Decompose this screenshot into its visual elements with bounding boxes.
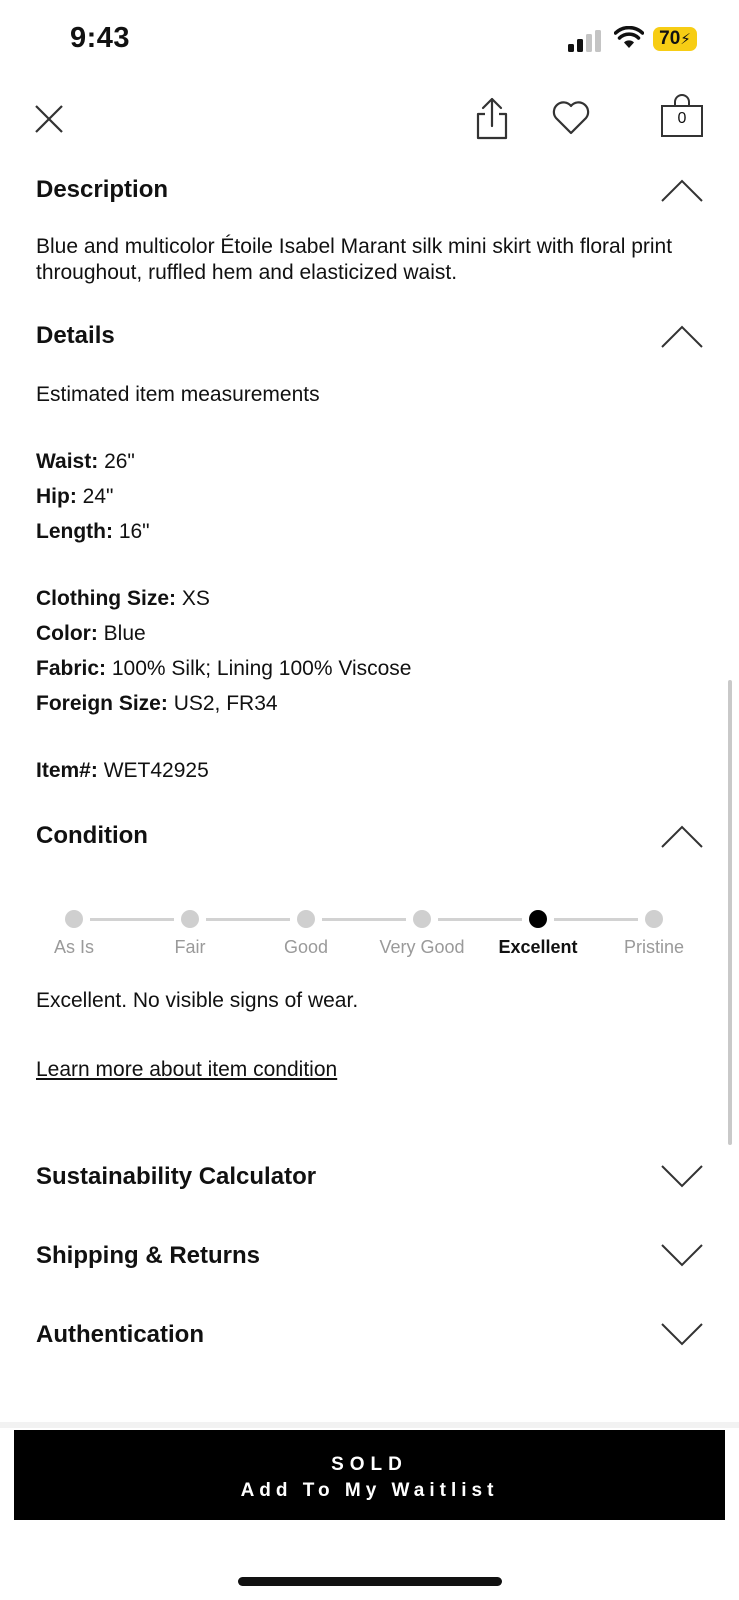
cellular-signal-icon: [568, 30, 601, 52]
heart-icon: [552, 101, 590, 135]
scrollbar[interactable]: [728, 680, 732, 1145]
spec-value: Blue: [97, 622, 146, 645]
spec-length: Length: 16": [36, 520, 150, 544]
battery-level: 70: [659, 28, 681, 49]
home-indicator: [238, 1577, 502, 1586]
share-icon: [476, 97, 508, 140]
spec-label: Length:: [36, 520, 113, 543]
details-title: Details: [36, 322, 115, 349]
condition-dot-pristine: [645, 910, 663, 928]
spec-label: Color:: [36, 622, 98, 645]
chevron-down-icon: [661, 1244, 703, 1267]
condition-label-as-is: As Is: [53, 937, 94, 957]
details-header[interactable]: Details: [36, 322, 704, 350]
battery-indicator: 70⚡: [653, 27, 697, 51]
wifi-icon: [614, 26, 644, 48]
condition-label-fair: Fair: [174, 937, 206, 957]
spec-label: Waist:: [36, 450, 99, 473]
spec-label: Item#:: [36, 759, 98, 782]
spec-label: Fabric:: [36, 657, 107, 680]
charging-bolt-icon: ⚡: [680, 31, 691, 48]
spec-clothing-size: Clothing Size: XS: [36, 587, 210, 611]
close-icon: [35, 105, 63, 133]
chevron-up-icon: [661, 825, 703, 848]
spec-value: 16": [112, 520, 150, 543]
chevron-up-icon: [661, 325, 703, 348]
description-text: Blue and multicolor Étoile Isabel Marant…: [36, 235, 673, 284]
sustainability-title: Sustainability Calculator: [36, 1163, 317, 1190]
condition-label-very-good: Very Good: [379, 937, 465, 957]
details-intro: Estimated item measurements: [36, 383, 320, 406]
condition-dot-excellent: [529, 910, 547, 928]
condition-dot-very-good: [413, 910, 431, 928]
shopping-bag-button[interactable]: 0: [659, 94, 705, 140]
sustainability-calculator-header[interactable]: Sustainability Calculator: [36, 1163, 704, 1191]
condition-dot-fair: [181, 910, 199, 928]
condition-summary: Excellent. No visible signs of wear.: [36, 989, 359, 1012]
spec-foreign-size: Foreign Size: US2, FR34: [36, 692, 278, 716]
condition-dot-as-is: [65, 910, 83, 928]
condition-scale-line: [322, 918, 406, 921]
favorite-button[interactable]: [549, 96, 593, 138]
condition-scale-line: [206, 918, 290, 921]
share-button[interactable]: [472, 94, 512, 142]
authentication-title: Authentication: [36, 1321, 204, 1348]
spec-label: Hip:: [36, 485, 77, 508]
spec-color: Color: Blue: [36, 622, 146, 646]
spec-hip: Hip: 24": [36, 485, 113, 509]
condition-scale-line: [438, 918, 522, 921]
spec-fabric: Fabric: 100% Silk; Lining 100% Viscose: [36, 657, 411, 681]
spec-value: 100% Silk; Lining 100% Viscose: [106, 657, 412, 680]
spec-waist: Waist: 26": [36, 450, 135, 474]
spec-label: Clothing Size:: [36, 587, 176, 610]
bottom-divider: [0, 1422, 739, 1428]
description-header[interactable]: Description: [36, 176, 704, 204]
shipping-title: Shipping & Returns: [36, 1242, 260, 1269]
condition-label-excellent: Excellent: [498, 937, 578, 957]
condition-scale-line: [90, 918, 174, 921]
spec-value: 24": [76, 485, 114, 508]
condition-dot-good: [297, 910, 315, 928]
condition-header[interactable]: Condition: [36, 822, 704, 850]
waitlist-button[interactable]: SOLD Add To My Waitlist: [14, 1430, 725, 1520]
chevron-up-icon: [661, 179, 703, 202]
spec-value: XS: [176, 587, 210, 610]
spec-value: WET42925: [97, 759, 209, 782]
condition-scale: As Is Fair Good Very Good Excellent Pristine: [36, 905, 704, 965]
spec-item-number: Item#: WET42925: [36, 759, 209, 783]
chevron-down-icon: [661, 1323, 703, 1346]
spec-value: US2, FR34: [167, 692, 278, 715]
learn-more-condition-link[interactable]: Learn more about item condition: [36, 1058, 337, 1082]
condition-scale-line: [554, 918, 638, 921]
close-button[interactable]: [30, 100, 68, 138]
status-time: 9:43: [70, 22, 131, 54]
chevron-down-icon: [661, 1165, 703, 1188]
status-bar: 9:43 70⚡: [0, 0, 739, 80]
condition-title: Condition: [36, 822, 148, 849]
condition-label-pristine: Pristine: [623, 937, 685, 957]
waitlist-label: Add To My Waitlist: [240, 1480, 499, 1501]
top-nav: 0: [0, 88, 739, 150]
spec-value: 26": [98, 450, 135, 473]
description-title: Description: [36, 176, 169, 203]
spec-label: Foreign Size:: [36, 692, 168, 715]
bag-count: 0: [677, 110, 687, 127]
condition-label-good: Good: [283, 937, 329, 957]
shipping-returns-header[interactable]: Shipping & Returns: [36, 1242, 704, 1270]
sold-label: SOLD: [331, 1454, 408, 1475]
authentication-header[interactable]: Authentication: [36, 1321, 704, 1349]
